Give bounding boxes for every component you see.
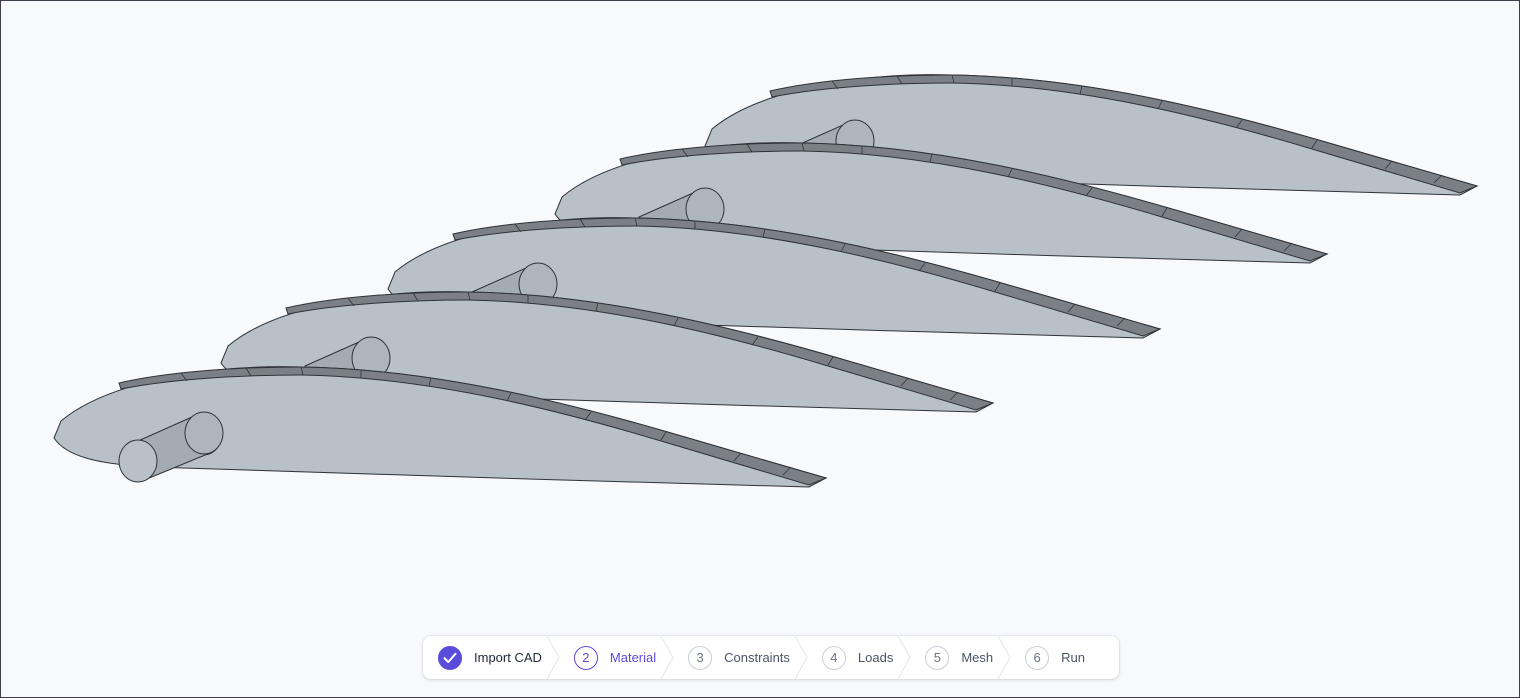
- step-label: Run: [1061, 650, 1085, 665]
- step-number: 6: [1025, 645, 1050, 670]
- step-label: Loads: [857, 650, 894, 665]
- step-constraints[interactable]: 3 Constraints: [674, 636, 808, 679]
- chevron-right-separator: [546, 636, 560, 679]
- step-material[interactable]: 2 Material: [560, 636, 674, 679]
- step-mesh[interactable]: 5 Mesh: [911, 636, 1011, 679]
- step-loads[interactable]: 4 Loads: [808, 636, 911, 679]
- cad-model-view[interactable]: [1, 1, 1519, 697]
- check-icon: [443, 652, 457, 663]
- spar-end: [184, 411, 224, 455]
- step-number: 5: [925, 645, 950, 670]
- wing-rib-group: [53, 74, 1479, 488]
- step-label: Material: [609, 650, 657, 665]
- spar-front-cap: [118, 439, 158, 483]
- chevron-right-separator: [794, 636, 808, 679]
- step-status-circle: [438, 645, 462, 670]
- step-label: Constraints: [724, 650, 790, 665]
- chevron-right-separator: [897, 636, 911, 679]
- step-label: Import CAD: [474, 650, 542, 665]
- step-number: 4: [821, 645, 846, 670]
- step-import-cad[interactable]: Import CAD: [423, 636, 560, 679]
- step-label: Mesh: [961, 650, 994, 665]
- step-number: 3: [688, 645, 713, 670]
- 3d-viewport[interactable]: Import CAD 2 Material 3 Constraints 4 Lo…: [0, 0, 1520, 698]
- chevron-right-separator: [660, 636, 674, 679]
- step-run[interactable]: 6 Run: [1011, 636, 1103, 679]
- chevron-right-separator: [997, 636, 1011, 679]
- step-number: 2: [573, 645, 598, 670]
- workflow-stepper: Import CAD 2 Material 3 Constraints 4 Lo…: [423, 636, 1119, 679]
